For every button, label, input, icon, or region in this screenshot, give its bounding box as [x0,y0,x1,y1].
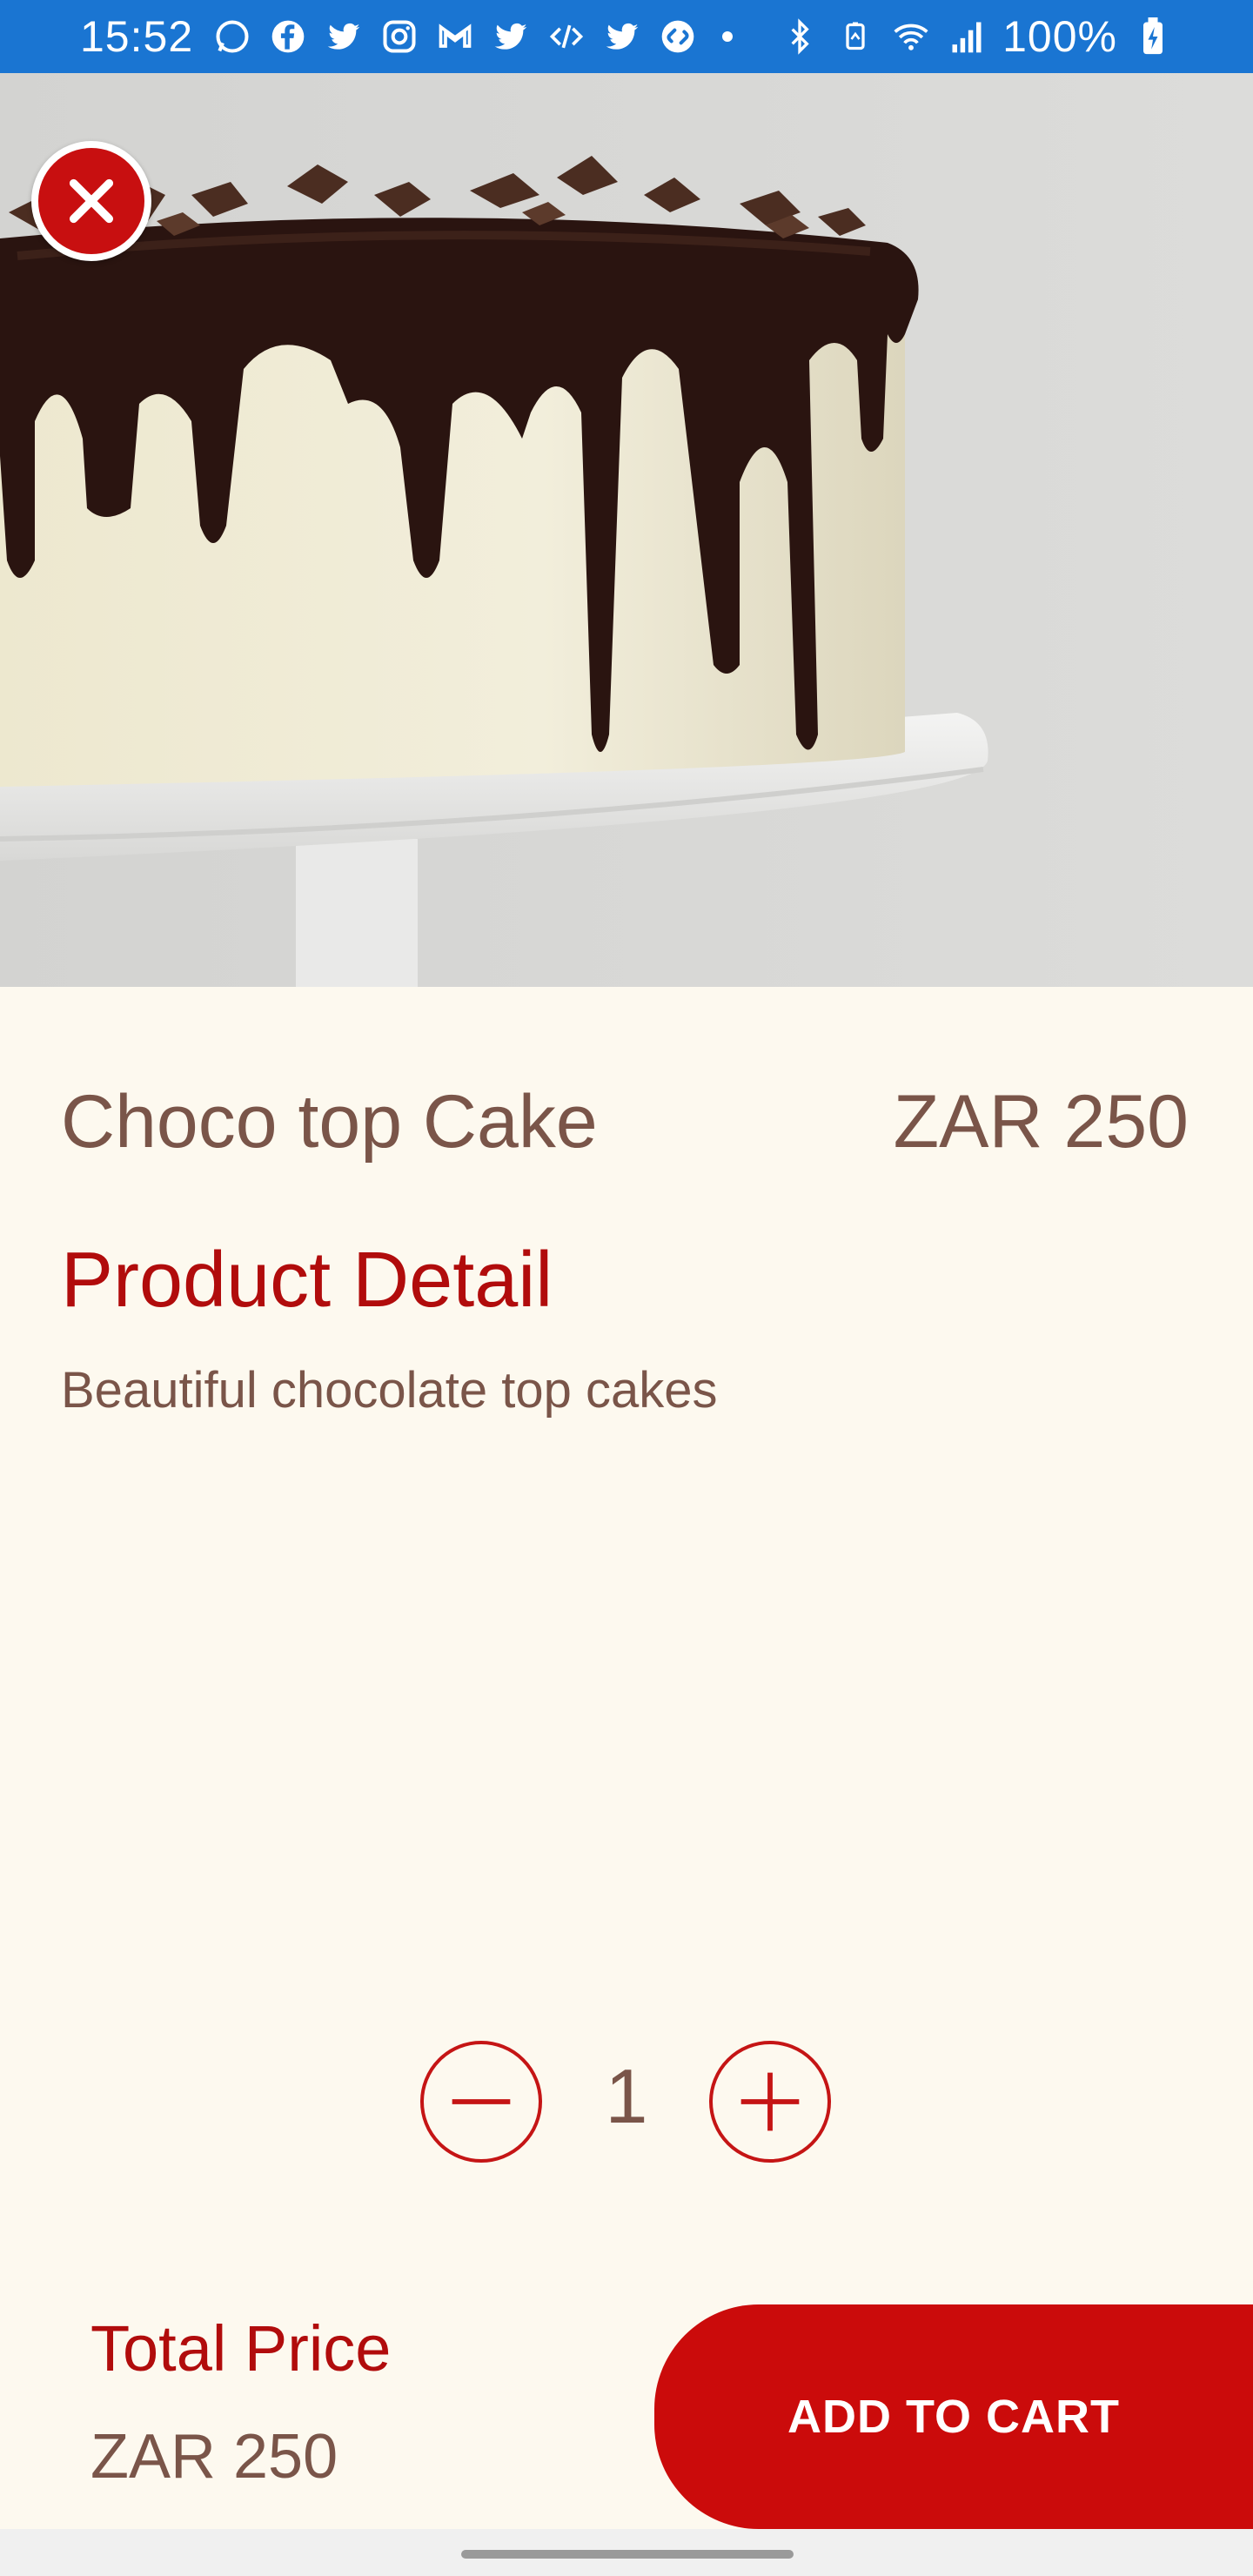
notification-icons [212,17,741,57]
instagram-icon [379,17,419,57]
product-price: ZAR 250 [893,1080,1189,1164]
close-button[interactable] [31,141,151,261]
minus-circle-icon [452,2099,511,2104]
battery-charging-icon [1133,17,1173,57]
facebook-icon [268,17,308,57]
status-bar: 15:52 100% [0,0,1253,73]
navigation-bar [0,2529,1253,2576]
product-detail-screen: 15:52 100% Choco top Cake ZAR 250 Produc… [0,0,1253,2576]
twitter-icon [602,17,642,57]
product-name: Choco top Cake [61,1080,598,1164]
product-detail-heading: Product Detail [61,1237,553,1324]
product-image [0,73,1253,987]
bluetooth-icon [780,17,820,57]
twitter-icon [324,17,364,57]
wifi-icon [891,17,931,57]
total-price-label: Total Price [90,2312,392,2385]
twitter-icon [491,17,531,57]
home-gesture-handle[interactable] [461,2550,794,2559]
signal-icon [947,17,987,57]
shazam-icon [658,17,698,57]
code-icon [546,17,586,57]
plus-circle-icon [740,2072,800,2131]
gmail-icon [435,17,475,57]
battery-percent: 100% [1002,12,1117,61]
product-description: Beautiful chocolate top cakes [61,1362,718,1419]
add-to-cart-button[interactable]: ADD TO CART [654,2304,1253,2529]
close-icon [69,178,114,224]
more-notifications-dot [722,31,734,42]
chocolate-drip-cake-photo [0,73,1253,987]
battery-saver-icon [835,17,875,57]
increase-quantity-button[interactable] [709,2041,831,2163]
quantity-value: 1 [605,2053,648,2139]
status-time: 15:52 [80,12,194,61]
decrease-quantity-button[interactable] [420,2041,542,2163]
system-icons: 100% [780,11,1173,62]
total-price-value: ZAR 250 [90,2422,338,2492]
whatsapp-icon [212,17,252,57]
